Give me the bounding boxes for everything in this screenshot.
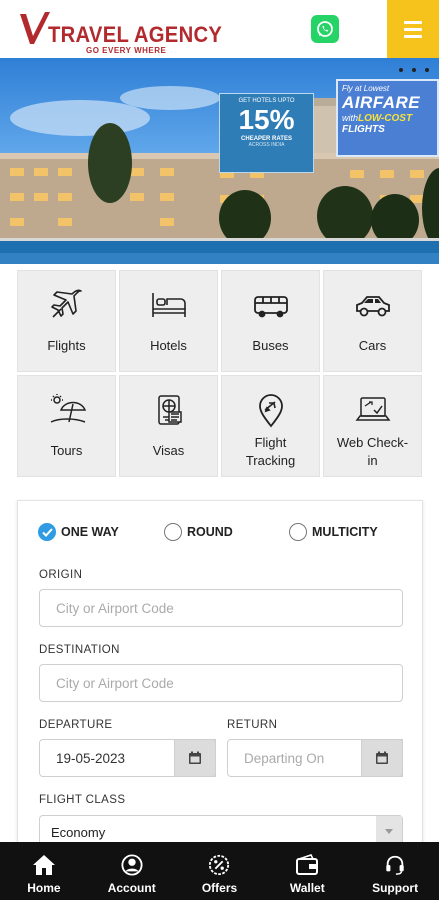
- account-icon: [121, 854, 143, 876]
- passport-icon: [149, 392, 189, 428]
- nav-label: Account: [107, 881, 156, 895]
- calendar-icon[interactable]: [174, 739, 216, 777]
- app-header: TRAVEL AGENCY GO EVERY WHERE: [0, 0, 439, 58]
- location-plane-icon: [251, 392, 291, 428]
- service-label: Visas: [152, 443, 185, 458]
- trip-type-group: ONE WAY ROUND MULTICITY: [38, 523, 408, 543]
- airfare-line-2: AIRFARE: [342, 93, 421, 112]
- service-web-check-in[interactable]: Web Check-in: [323, 375, 422, 477]
- bottom-navigation: Home Account Offers Wallet Support: [0, 842, 439, 900]
- laptop-checkin-icon: [353, 392, 393, 428]
- brand-tagline: GO EVERY WHERE: [86, 46, 167, 55]
- radio-unchecked-icon: [289, 523, 307, 541]
- whatsapp-icon[interactable]: [311, 15, 339, 43]
- service-buses[interactable]: Buses: [221, 270, 320, 372]
- service-label: Flights: [47, 338, 86, 353]
- service-label: Flight Tracking: [245, 435, 296, 468]
- service-label: Tours: [50, 443, 83, 458]
- airfare-line-1: Fly at Lowest: [342, 84, 390, 93]
- nav-label: Home: [27, 881, 61, 895]
- return-label: RETURN: [227, 719, 278, 731]
- home-icon: [32, 855, 55, 875]
- service-label: Web Check-in: [336, 435, 409, 468]
- radio-checked-icon: [38, 523, 56, 541]
- beach-umbrella-icon: [47, 392, 87, 428]
- destination-label: DESTINATION: [39, 644, 120, 656]
- nav-home[interactable]: Home: [0, 842, 88, 900]
- flight-class-select[interactable]: Economy: [39, 815, 403, 846]
- radio-label: MULTICITY: [312, 525, 378, 539]
- radio-label: ONE WAY: [61, 525, 119, 539]
- airfare-promo-card: Fly at Lowest AIRFARE withLOW-COST FLIGH…: [336, 79, 439, 157]
- flight-search-form: ONE WAY ROUND MULTICITY ORIGIN City or A…: [17, 500, 423, 860]
- radio-one-way[interactable]: ONE WAY: [38, 523, 119, 541]
- service-flights[interactable]: Flights: [17, 270, 116, 372]
- nav-offers[interactable]: Offers: [176, 842, 264, 900]
- calendar-icon[interactable]: [361, 739, 403, 777]
- service-tours[interactable]: Tours: [17, 375, 116, 477]
- airfare-line-3b: LOW-COST: [358, 113, 413, 124]
- service-label: Cars: [358, 338, 387, 353]
- service-visas[interactable]: Visas: [119, 375, 218, 477]
- service-label: Buses: [252, 338, 289, 353]
- carousel-dots[interactable]: [399, 68, 429, 72]
- hotel-discount-card: GET HOTELS UPTO 15% CHEAPER RATES ACROSS…: [219, 93, 314, 173]
- service-label: Hotels: [150, 338, 187, 353]
- brand-logo[interactable]: TRAVEL AGENCY GO EVERY WHERE: [18, 10, 222, 55]
- flight-class-label: FLIGHT CLASS: [39, 794, 126, 806]
- airplane-icon: [47, 287, 87, 323]
- bus-icon: [251, 287, 291, 323]
- origin-input[interactable]: City or Airport Code: [39, 589, 403, 627]
- service-cars[interactable]: Cars: [323, 270, 422, 372]
- destination-input[interactable]: City or Airport Code: [39, 664, 403, 702]
- offers-icon: [209, 854, 230, 876]
- radio-multicity[interactable]: MULTICITY: [289, 523, 378, 541]
- promo-banner[interactable]: GET HOTELS UPTO 15% CHEAPER RATES ACROSS…: [0, 58, 439, 264]
- promo-percent: 15%: [238, 104, 295, 136]
- services-grid: Flights Hotels Buses Cars Tours Visas Fl…: [17, 270, 423, 477]
- radio-round[interactable]: ROUND: [164, 523, 233, 541]
- radio-unchecked-icon: [164, 523, 182, 541]
- nav-account[interactable]: Account: [88, 842, 176, 900]
- hamburger-menu-icon[interactable]: [387, 0, 439, 58]
- airfare-line-3a: with: [342, 113, 359, 123]
- departure-label: DEPARTURE: [39, 719, 113, 731]
- bed-icon: [149, 287, 189, 323]
- logo-v-mark-icon: [20, 12, 50, 44]
- nav-wallet[interactable]: Wallet: [263, 842, 351, 900]
- wallet-icon: [296, 854, 319, 875]
- brand-name: TRAVEL AGENCY: [48, 22, 223, 47]
- promo-tiny-text: ACROSS INDIA: [248, 141, 285, 148]
- flight-class-value: Economy: [51, 825, 106, 840]
- nav-label: Support: [372, 881, 419, 895]
- nav-label: Wallet: [289, 881, 325, 895]
- car-icon: [353, 287, 393, 323]
- nav-label: Offers: [201, 881, 238, 895]
- nav-support[interactable]: Support: [351, 842, 439, 900]
- service-hotels[interactable]: Hotels: [119, 270, 218, 372]
- service-flight-tracking[interactable]: Flight Tracking: [221, 375, 320, 477]
- origin-label: ORIGIN: [39, 569, 83, 581]
- headset-icon: [386, 855, 404, 875]
- radio-label: ROUND: [187, 525, 233, 539]
- airfare-line-4: FLIGHTS: [342, 124, 385, 135]
